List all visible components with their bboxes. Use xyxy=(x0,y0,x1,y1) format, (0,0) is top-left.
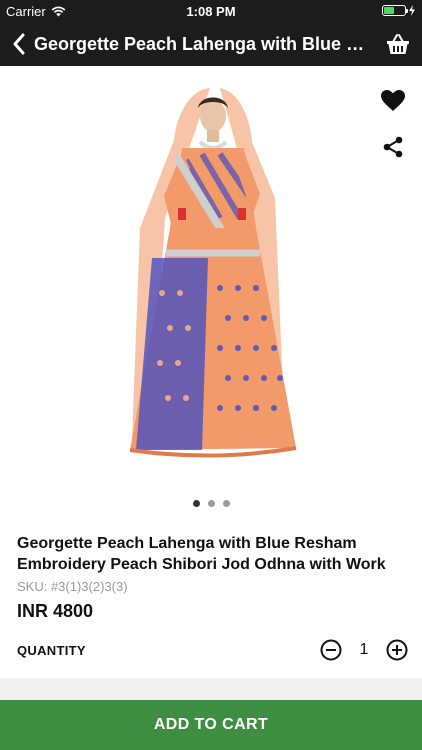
quantity-value: 1 xyxy=(359,641,369,658)
basket-icon xyxy=(387,34,409,54)
cart-button[interactable] xyxy=(384,30,412,58)
page-title: Georgette Peach Lahenga with Blue Resham xyxy=(34,33,374,54)
carousel-indicator[interactable] xyxy=(0,500,422,507)
heart-icon xyxy=(381,90,405,111)
carousel-dot[interactable] xyxy=(222,500,230,507)
carousel-dot[interactable] xyxy=(192,500,200,507)
product-gallery[interactable] xyxy=(0,66,422,494)
share-icon xyxy=(383,136,403,158)
product-title: Georgette Peach Lahenga with Blue Resham… xyxy=(17,535,386,573)
status-time: 1:08 PM xyxy=(186,4,236,19)
favorite-button[interactable] xyxy=(378,86,408,116)
quantity-label: QUANTITY xyxy=(17,642,86,658)
add-to-cart-button[interactable]: ADD TO CART xyxy=(0,700,422,750)
plus-circle-icon xyxy=(386,639,408,661)
increase-quantity-button[interactable] xyxy=(386,639,408,661)
nav-bar: Georgette Peach Lahenga with Blue Resham xyxy=(0,22,422,66)
quantity-row: QUANTITY 1 xyxy=(17,636,408,664)
status-bar: Carrier 1:08 PM xyxy=(0,0,422,22)
status-right xyxy=(382,5,416,16)
quantity-stepper: 1 xyxy=(320,639,408,661)
battery-icon xyxy=(382,5,408,16)
product-photo xyxy=(70,78,352,484)
carousel-dot[interactable] xyxy=(207,500,215,507)
product-details: Georgette Peach Lahenga with Blue Resham… xyxy=(17,533,407,622)
product-price: INR 4800 xyxy=(17,601,94,621)
share-button[interactable] xyxy=(380,134,406,160)
section-divider xyxy=(0,678,422,700)
charging-bolt-icon xyxy=(409,5,415,16)
chevron-left-icon xyxy=(13,33,25,55)
battery-level xyxy=(384,7,394,14)
back-button[interactable] xyxy=(4,22,34,66)
product-sku: SKU: #3(1)3(2)3(3) xyxy=(17,579,128,594)
decrease-quantity-button[interactable] xyxy=(320,639,342,661)
minus-circle-icon xyxy=(320,639,342,661)
